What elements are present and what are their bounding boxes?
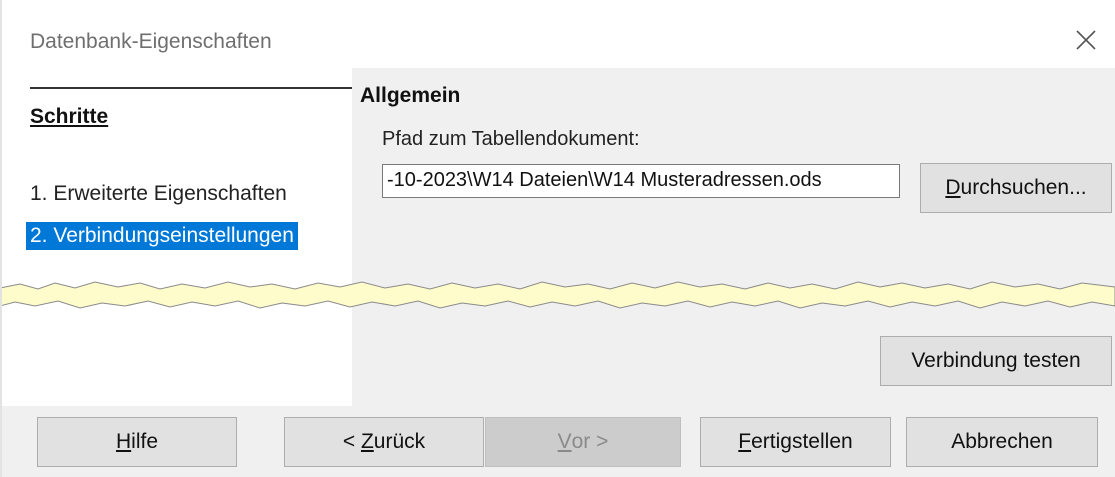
- window-title: Datenbank-Eigenschaften: [30, 30, 272, 53]
- database-properties-dialog: Datenbank-Eigenschaften Schritte 1. Erwe…: [0, 0, 1115, 477]
- path-input[interactable]: -10-2023\W14 Dateien\W14 Musteradressen.…: [382, 164, 900, 198]
- test-connection-button[interactable]: Verbindun g testen: [880, 336, 1112, 386]
- next-button[interactable]: Vor >: [485, 417, 681, 467]
- test-label-after: testen: [1017, 349, 1081, 372]
- next-label: or >: [571, 430, 609, 453]
- path-label: Pfad zum Tabellendokument:: [382, 128, 640, 150]
- help-mnemonic: H: [115, 430, 132, 453]
- torn-edge-divider: [0, 281, 1115, 309]
- back-label: urück: [373, 430, 426, 453]
- test-mnemonic: g: [1005, 349, 1018, 372]
- finish-button[interactable]: Fertigstellen: [700, 417, 891, 467]
- title-bar: Datenbank-Eigenschaften: [0, 0, 1115, 68]
- next-mnemonic: V: [557, 430, 572, 453]
- browse-mnemonic: D: [945, 176, 961, 199]
- back-prefix: <: [342, 430, 361, 453]
- cancel-button[interactable]: Abbrechen: [906, 417, 1098, 467]
- test-label-before: Verbindun: [911, 349, 1006, 372]
- close-icon[interactable]: [1068, 22, 1102, 56]
- help-label: ilfe: [131, 430, 159, 453]
- roadmap-divider: [30, 87, 352, 89]
- browse-button[interactable]: Durchsuchen...: [920, 163, 1112, 213]
- roadmap-panel: Schritte 1. Erweiterte Eigenschaften 2. …: [0, 68, 352, 406]
- browse-label: urchsuchen...: [960, 176, 1087, 199]
- back-button[interactable]: < Zurück: [284, 417, 484, 467]
- back-mnemonic: Z: [360, 430, 374, 453]
- step-connection-settings[interactable]: 2. Verbindungseinstellungen: [26, 222, 298, 250]
- roadmap-heading: Schritte: [30, 105, 109, 128]
- section-title: Allgemein: [360, 84, 461, 107]
- settings-panel: Allgemein Pfad zum Tabellendokument: -10…: [352, 68, 1115, 406]
- button-bar: Hilfe < Zurück Vor > Fertigstellen Abbre…: [0, 406, 1115, 477]
- help-button[interactable]: Hilfe: [37, 417, 237, 467]
- step-advanced-properties[interactable]: 1. Erweiterte Eigenschaften: [26, 180, 291, 208]
- finish-label: ertigstellen: [751, 430, 853, 453]
- window-edge: [0, 0, 2, 477]
- finish-mnemonic: F: [738, 430, 752, 453]
